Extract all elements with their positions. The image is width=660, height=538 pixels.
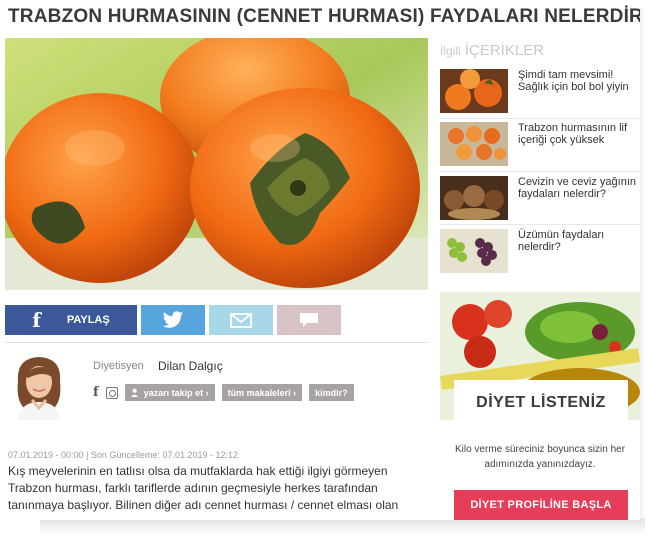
all-articles-button[interactable]: tüm makaleleri › [221, 384, 303, 401]
facebook-share-button[interactable]: f PAYLAŞ [5, 305, 137, 335]
article-page: TRABZON HURMASININ (CENNET HURMASI) FAYD… [0, 0, 640, 520]
related-heading-big: İÇERİKLER [464, 42, 545, 59]
divider [440, 118, 640, 119]
author-avatar[interactable] [8, 352, 70, 420]
follow-author-label: yazarı takip et › [143, 387, 209, 398]
related-title: Cevizin ve ceviz yağının faydaları neler… [518, 176, 636, 200]
page-bottom-shadow [40, 518, 645, 534]
related-item[interactable]: Cevizin ve ceviz yağının faydaları neler… [440, 176, 640, 224]
mail-share-button[interactable] [209, 305, 273, 335]
twitter-share-button[interactable] [141, 305, 205, 335]
comment-icon [300, 313, 318, 327]
article-title: TRABZON HURMASININ (CENNET HURMASI) FAYD… [8, 6, 640, 27]
ad-title-card: DİYET LİSTENİZ [454, 380, 628, 426]
related-thumb [440, 122, 508, 166]
related-item[interactable]: Şimdi tam mevsimi! Sağlık için bol bol y… [440, 69, 640, 117]
article-body: Kış meyvelerinin en tatlısı olsa da mutf… [8, 464, 399, 512]
hero-image [5, 38, 428, 290]
related-item[interactable]: Trabzon hurmasının lif içeriği çok yükse… [440, 122, 640, 170]
related-thumb [440, 229, 508, 273]
mail-icon [230, 312, 252, 328]
facebook-share-label: PAYLAŞ [66, 314, 110, 326]
twitter-icon [162, 311, 183, 328]
author-role: Diyetisyen [93, 360, 144, 372]
comment-share-button[interactable] [277, 305, 341, 335]
related-item[interactable]: Üzümün faydaları nelerdir? [440, 229, 640, 277]
related-thumb [440, 176, 508, 220]
follow-author-button[interactable]: yazarı takip et › [124, 384, 215, 401]
related-title: Trabzon hurmasının lif içeriği çok yükse… [518, 122, 628, 146]
ad-title: DİYET LİSTENİZ [476, 394, 606, 411]
related-heading-small: İlgili [440, 44, 461, 58]
page: TRABZON HURMASININ (CENNET HURMASI) FAYD… [0, 0, 660, 538]
who-is-button[interactable]: kimdir? [309, 384, 354, 401]
related-title: Üzümün faydaları nelerdir? [518, 229, 605, 253]
divider [440, 224, 640, 225]
article-meta: 07.01.2019 - 00:00 | Son Güncelleme: 07.… [8, 450, 239, 460]
user-plus-icon [130, 388, 138, 397]
start-diet-profile-button[interactable]: DİYET PROFİLİNE BAŞLA [454, 490, 628, 520]
facebook-icon: f [32, 308, 41, 332]
related-thumb [440, 69, 508, 113]
divider [440, 171, 640, 172]
all-articles-label: tüm makaleleri › [227, 387, 297, 398]
ad-text: Kilo verme süreciniz boyunca sizin her a… [454, 444, 626, 470]
author-facebook-icon[interactable]: f [93, 385, 99, 400]
who-is-label: kimdir? [315, 387, 348, 398]
author-actions: f yazarı takip et › tüm makaleleri › kim… [93, 384, 354, 401]
diet-list-ad[interactable]: DİYET LİSTENİZ Kilo verme süreciniz boyu… [440, 292, 640, 520]
share-bar: f PAYLAŞ [5, 305, 341, 335]
related-title: Şimdi tam mevsimi! Sağlık için bol bol y… [518, 69, 629, 93]
author-name[interactable]: Dilan Dalgıç [158, 359, 223, 373]
author-instagram-icon[interactable] [105, 386, 118, 399]
divider [5, 342, 428, 343]
related-heading: İlgili İÇERİKLER [440, 42, 544, 59]
